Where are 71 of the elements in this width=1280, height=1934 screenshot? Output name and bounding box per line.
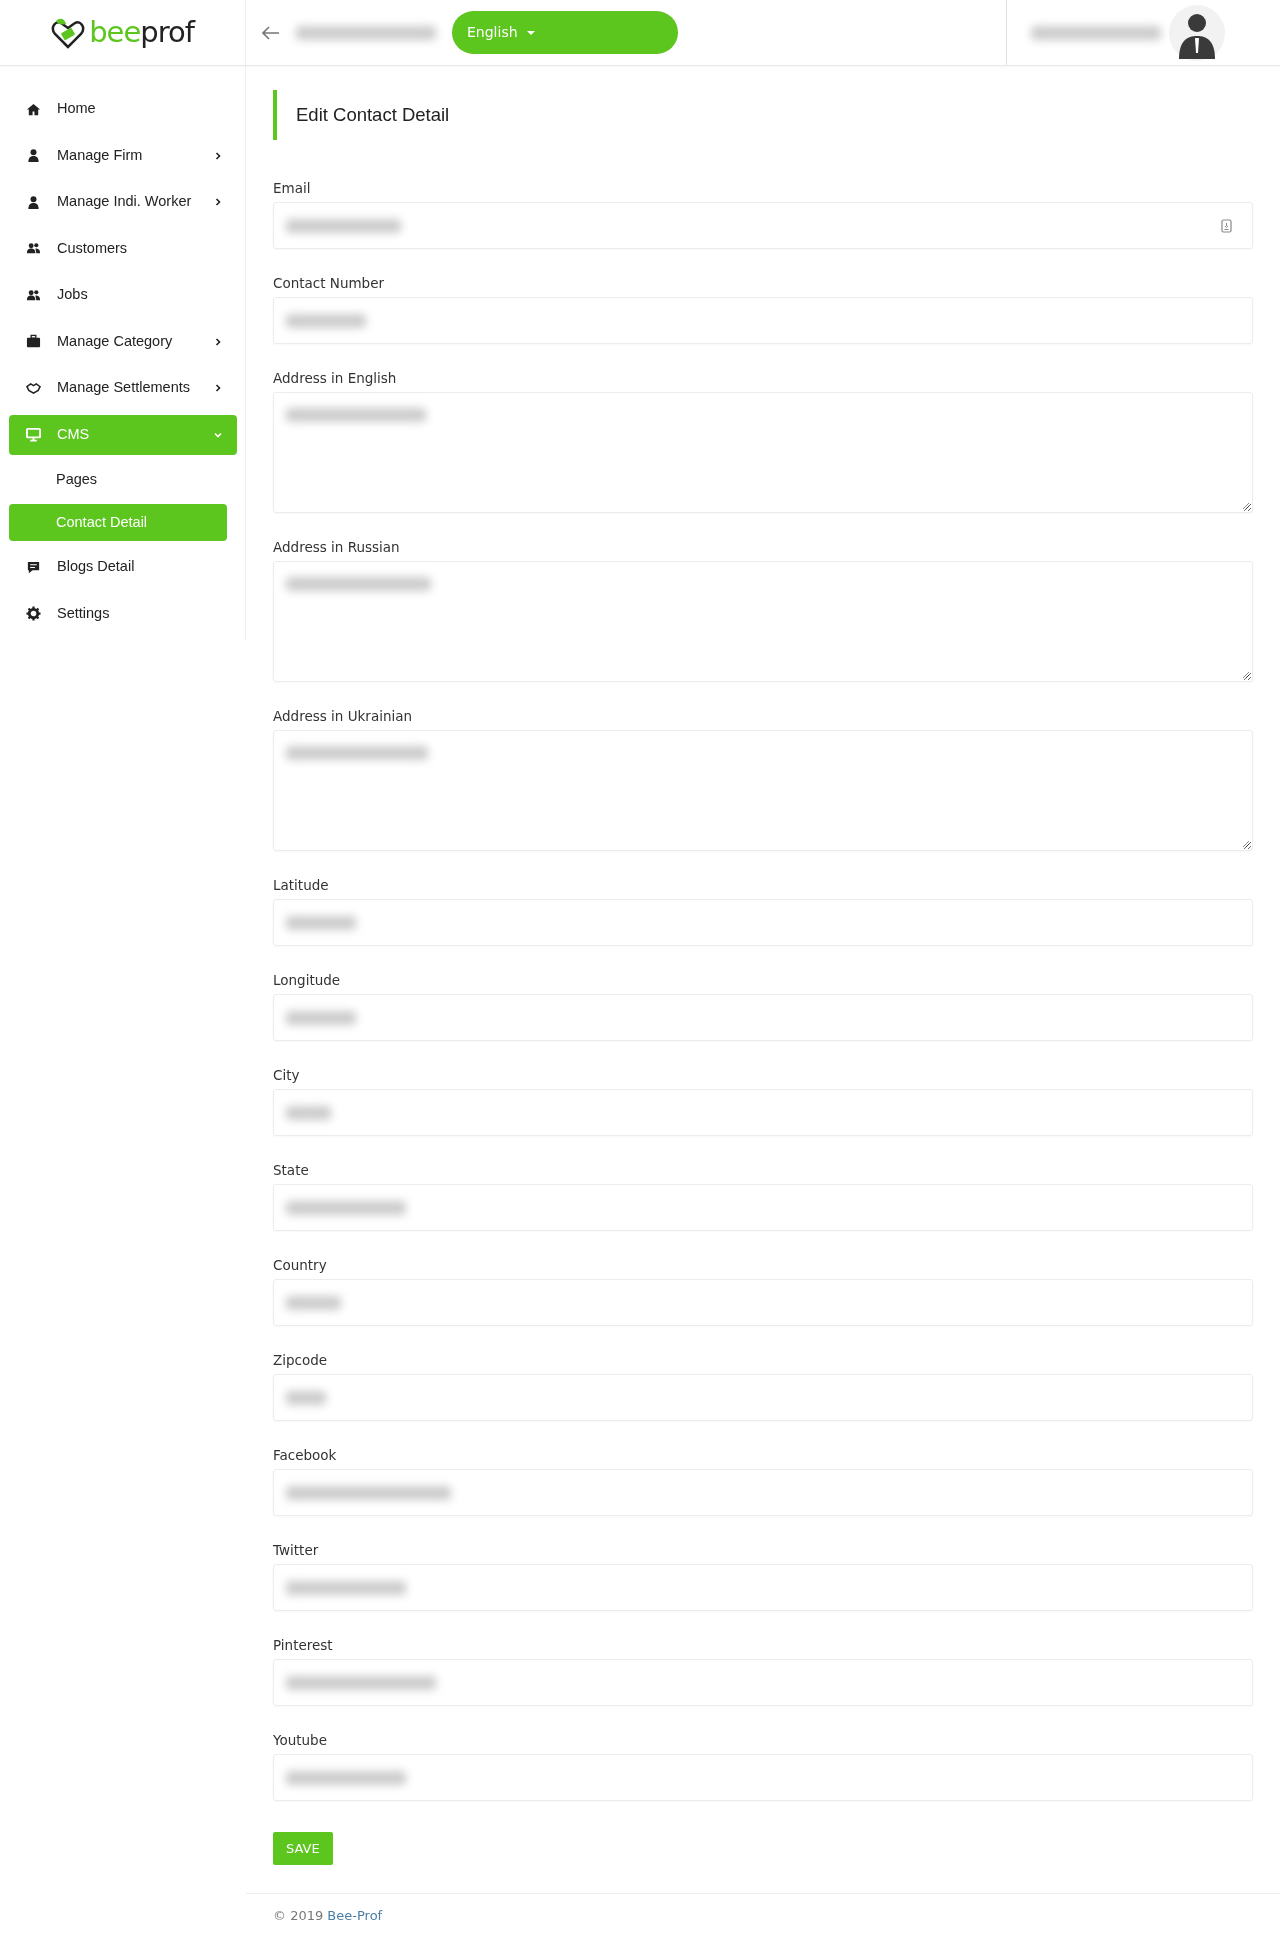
back-arrow-icon[interactable]: [262, 25, 280, 40]
field-label: Pinterest: [273, 1636, 334, 1654]
input-field[interactable]: [273, 1184, 1253, 1231]
redacted-value: [286, 1295, 341, 1310]
submenu-item[interactable]: Pages: [9, 461, 227, 498]
input-field[interactable]: [273, 202, 1253, 249]
sidebar-item[interactable]: Jobs: [9, 275, 237, 315]
textarea-field[interactable]: [273, 730, 1253, 851]
field-label: Longitude: [273, 971, 342, 989]
contact-card-icon: [1221, 219, 1232, 234]
sidebar-item[interactable]: Blogs Detail: [9, 547, 237, 587]
sidebar-item[interactable]: Home: [9, 89, 237, 129]
sidebar-item[interactable]: Manage Category: [9, 321, 237, 362]
input-field[interactable]: [273, 1659, 1253, 1706]
sidebar-item[interactable]: Manage Firm: [9, 135, 237, 176]
input-field[interactable]: [273, 1374, 1253, 1421]
input-field[interactable]: [273, 1754, 1253, 1801]
field-label: Contact Number: [273, 274, 386, 292]
sidebar-item[interactable]: Manage Settlements: [9, 368, 237, 408]
people-icon: [26, 241, 41, 256]
field-label: Address in English: [273, 369, 398, 387]
field-label: Address in Russian: [273, 538, 401, 556]
input-field[interactable]: [273, 297, 1253, 344]
copyright-text: © 2019 Bee-Prof: [273, 1907, 384, 1925]
redacted-value: [286, 1390, 326, 1405]
chevron-right-icon: [213, 150, 223, 161]
caret-icon: [525, 30, 536, 36]
person-icon: [26, 194, 41, 210]
input-field[interactable]: [273, 1279, 1253, 1326]
sidebar-item[interactable]: Manage Indi. Worker: [9, 182, 237, 222]
input-field[interactable]: [273, 1469, 1253, 1516]
field-label: City: [273, 1066, 301, 1084]
chevron-right-icon: [213, 197, 223, 207]
field-label: Facebook: [273, 1446, 338, 1464]
heart-logo-icon: [51, 16, 86, 49]
field-label: State: [273, 1161, 310, 1179]
input-field[interactable]: [273, 1564, 1253, 1611]
resize-handle-icon: [1242, 502, 1250, 510]
resize-handle-icon: [1242, 671, 1250, 679]
sidebar-item[interactable]: Customers: [9, 228, 237, 269]
chevron-right-icon: [213, 336, 223, 347]
field-label: Zipcode: [273, 1351, 329, 1369]
field-label: Twitter: [273, 1541, 320, 1559]
input-field[interactable]: [273, 899, 1253, 946]
people-icon: [26, 287, 41, 303]
avatar-icon: [1169, 4, 1225, 61]
field-label: Latitude: [273, 876, 330, 894]
field-label: Email: [273, 179, 312, 197]
redacted-value: [286, 1105, 331, 1120]
handshake-icon: [26, 380, 41, 396]
chat-icon: [26, 559, 41, 575]
monitor-icon: [26, 427, 41, 442]
redacted-value: [286, 1010, 356, 1025]
person-icon: [26, 148, 41, 163]
field-label: Address in Ukrainian: [273, 707, 414, 725]
home-icon: [26, 101, 41, 117]
footer-link[interactable]: Bee-Prof: [327, 1908, 383, 1923]
input-field[interactable]: [273, 1089, 1253, 1136]
field-label: Country: [273, 1256, 328, 1274]
settings-icon: [26, 606, 41, 621]
sidebar-item[interactable]: Settings: [9, 593, 237, 634]
field-label: Youtube: [273, 1731, 328, 1749]
textarea-field[interactable]: [273, 561, 1253, 682]
redacted-value: [286, 915, 356, 930]
textarea-field[interactable]: [273, 392, 1253, 513]
page-title: Edit Contact Detail: [273, 90, 1253, 140]
resize-handle-icon: [1242, 840, 1250, 848]
logo-wordmark: beeprof: [89, 18, 194, 47]
briefcase-icon: [26, 334, 41, 349]
input-field[interactable]: [273, 994, 1253, 1041]
chevron-right-icon: [213, 383, 223, 393]
